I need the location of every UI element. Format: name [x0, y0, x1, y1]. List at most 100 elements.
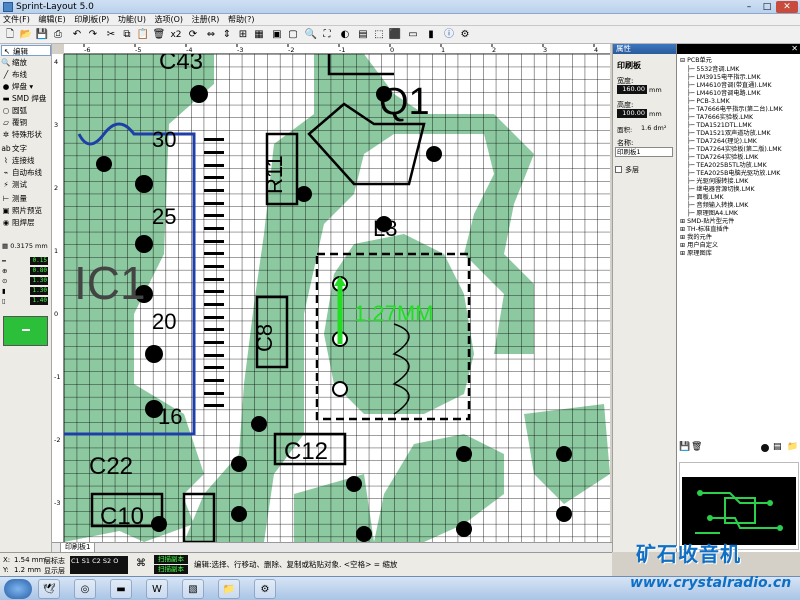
library-item[interactable]: ├─ LM4610音调(带直通).LMK: [687, 82, 772, 89]
drive-icon[interactable]: ▬: [110, 579, 132, 599]
duplicate-x2-button[interactable]: x2: [168, 28, 184, 42]
ungroup-icon[interactable]: ▢: [286, 28, 300, 42]
tool-smd-pad[interactable]: ▬ SMD 焊盘: [1, 93, 51, 104]
library-item[interactable]: ├─ TA7666电平指示(第二台).LMK: [687, 106, 783, 113]
scan-mode-icon[interactable]: ⌘: [136, 558, 146, 569]
tool-photo[interactable]: ▣ 照片预览: [1, 205, 51, 216]
grid-size[interactable]: ▦ 0.3175 mm: [2, 241, 50, 251]
library-group[interactable]: ⊞ 原理图库: [680, 250, 712, 257]
library-list-icon[interactable]: ▤: [773, 442, 782, 452]
library-item[interactable]: ├─ 原理图A4.LMK: [687, 210, 738, 217]
library-item[interactable]: ├─ LM3915电平指示.LMK: [687, 74, 761, 81]
menu-register[interactable]: 注册(R): [189, 14, 223, 26]
group-icon[interactable]: ▣: [270, 28, 284, 42]
mirror-vertical-icon[interactable]: ⇕: [220, 28, 234, 42]
tool-text[interactable]: ab文字: [1, 143, 51, 154]
multilayer-checkbox[interactable]: [615, 166, 622, 173]
word-icon[interactable]: W: [146, 579, 168, 599]
image-viewer-icon[interactable]: ▧: [182, 579, 204, 599]
new-file-icon[interactable]: 🗋: [3, 28, 17, 42]
chip-icon[interactable]: ▮: [424, 28, 438, 42]
width-input[interactable]: 160.00: [617, 85, 647, 94]
pcb-drawing[interactable]: C43 Q1 R11 L3 IC1 C8 C12 C22 C10 30 25 2…: [64, 54, 610, 542]
library-item[interactable]: ├─ 继电器音源切换.LMK: [687, 186, 755, 193]
height-input[interactable]: 100.00: [617, 109, 647, 118]
layer-s2[interactable]: S2: [103, 557, 111, 565]
library-record-icon[interactable]: [761, 444, 769, 452]
tool-measure[interactable]: ⊢ 测量: [1, 193, 51, 204]
browser-icon[interactable]: ◎: [74, 579, 96, 599]
delete-icon[interactable]: 🗑: [152, 28, 166, 42]
tool-connection[interactable]: ⌇ 连接线: [1, 155, 51, 166]
library-group[interactable]: ⊞ 我的元件: [680, 234, 712, 241]
scan-copy-button-2[interactable]: 扫描副本: [154, 565, 188, 574]
settings-icon[interactable]: ⚙: [458, 28, 472, 42]
smd-width-row[interactable]: ▮ 1.30: [2, 287, 50, 296]
library-group[interactable]: ⊞ SMD-贴片型元件: [680, 218, 734, 225]
copy-icon[interactable]: ⧉: [120, 28, 134, 42]
library-item[interactable]: ├─ 5532音调.LMK: [687, 66, 739, 73]
layer-o[interactable]: O: [113, 557, 118, 565]
track-width-value[interactable]: 0.15: [30, 257, 48, 265]
zoom-board-icon[interactable]: ⛶: [320, 28, 334, 42]
library-group[interactable]: ⊞ 用户自定义: [680, 242, 718, 249]
library-item[interactable]: ├─ LM4610音调电路.LMK: [687, 90, 761, 97]
library-close-icon[interactable]: ✕: [791, 44, 798, 54]
gerber-export-icon[interactable]: ⬚: [372, 28, 386, 42]
tree-root[interactable]: ⊟ PCB单元: [680, 57, 712, 64]
paste-icon[interactable]: 📋: [136, 28, 150, 42]
start-button[interactable]: [4, 579, 32, 599]
tool-edit[interactable]: ↖ 编辑: [1, 45, 51, 56]
layer-selector[interactable]: C1 S1 C2 S2 O: [70, 556, 128, 574]
library-item[interactable]: ├─ 光驱伺服转接.LMK: [687, 178, 748, 185]
minimize-button[interactable]: –: [740, 1, 758, 13]
layer-c2[interactable]: C2: [92, 557, 101, 565]
transparent-icon[interactable]: ◐: [338, 28, 352, 42]
sprint-layout-taskbar-icon[interactable]: ⚙: [254, 579, 276, 599]
name-input[interactable]: 印刷板1: [615, 147, 673, 157]
save-icon[interactable]: 💾: [35, 28, 49, 42]
smd-height-value[interactable]: 1.40: [30, 297, 48, 305]
menu-function[interactable]: 功能(U): [115, 14, 149, 26]
grid-snap-icon[interactable]: ▦: [252, 28, 266, 42]
menu-file[interactable]: 文件(F): [0, 14, 33, 26]
info-icon[interactable]: ⓘ: [442, 28, 456, 42]
pad-inner-value[interactable]: 1.30: [30, 277, 48, 285]
pad-inner-row[interactable]: ⊙ 1.30: [2, 277, 50, 286]
library-item[interactable]: ├─ PCB-3.LMK: [687, 98, 730, 105]
track-width-row[interactable]: ━ 0.15: [2, 257, 50, 266]
zoom-icon[interactable]: 🔍: [304, 28, 318, 42]
smd-height-row[interactable]: ▯ 1.40: [2, 297, 50, 306]
tool-test[interactable]: ⚡ 测试: [1, 179, 51, 190]
rotate-icon[interactable]: ⟳: [186, 28, 200, 42]
library-item[interactable]: ├─ TDA7264(理论).LMK: [687, 138, 757, 145]
menu-edit[interactable]: 编辑(E): [35, 14, 68, 26]
scan-copy-button-1[interactable]: 扫描副本: [154, 555, 188, 564]
tool-autoroute[interactable]: ⌁ 自动布线: [1, 167, 51, 178]
library-item[interactable]: ├─ 音频输入转换.LMK: [687, 202, 748, 209]
library-item[interactable]: ├─ TDA7264实验板.LMK: [687, 154, 758, 161]
library-item[interactable]: ├─ TEA2025B5TL功放.LMK: [687, 162, 767, 169]
layer-c1[interactable]: C1: [71, 557, 80, 565]
print-icon[interactable]: ⎙: [51, 28, 65, 42]
tool-pad[interactable]: ● 焊盘 ▾: [1, 81, 51, 92]
cut-icon[interactable]: ✂: [104, 28, 118, 42]
menu-help[interactable]: 帮助(?): [225, 14, 258, 26]
library-item[interactable]: ├─ TDA7264实验板(第二版).LMK: [687, 146, 782, 153]
library-item[interactable]: ├─ TEA2025B电脑光驱功放.LMK: [687, 170, 780, 177]
library-save-icon[interactable]: 💾: [679, 442, 690, 452]
library-group[interactable]: ⊞ TH-标准直插件: [680, 226, 729, 233]
align-icon[interactable]: ⊞: [236, 28, 250, 42]
pcb-outline-icon[interactable]: ▭: [406, 28, 420, 42]
library-item[interactable]: ├─ TDA1521DTL.LMK: [687, 122, 752, 129]
bird-app-icon[interactable]: 🕊: [38, 579, 60, 599]
maximize-button[interactable]: □: [758, 1, 776, 13]
pad-outer-value[interactable]: 0.80: [30, 267, 48, 275]
tool-solder-mask[interactable]: ◉ 阻焊层: [1, 217, 51, 228]
library-item[interactable]: ├─ TA7666实验板.LMK: [687, 114, 753, 121]
menu-board[interactable]: 印刷板(P): [71, 14, 112, 26]
pad-outer-row[interactable]: ⊕ 0.80: [2, 267, 50, 276]
tool-special-shape[interactable]: ✲ 特殊形状: [1, 129, 51, 140]
library-delete-icon[interactable]: 🗑: [691, 442, 702, 452]
tool-zoom[interactable]: 🔍缩放: [1, 57, 51, 68]
